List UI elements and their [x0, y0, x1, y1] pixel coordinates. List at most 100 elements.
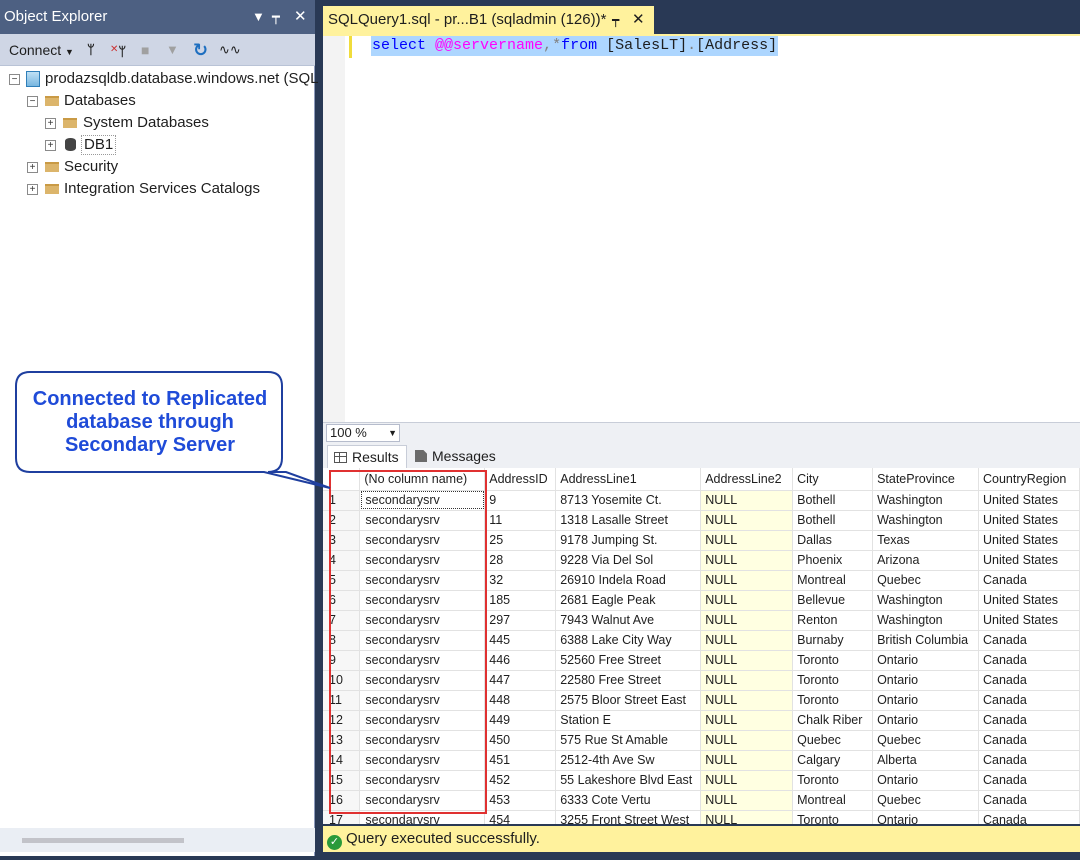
null-cell[interactable]: NULL — [700, 690, 794, 711]
table-cell[interactable]: 445 — [484, 630, 557, 651]
table-cell[interactable]: Burnaby — [792, 630, 874, 651]
table-cell[interactable]: Canada — [978, 670, 1080, 691]
table-cell[interactable]: Quebec — [872, 730, 979, 751]
table-cell[interactable]: Arizona — [872, 550, 979, 571]
table-cell[interactable]: Ontario — [872, 710, 979, 731]
servername-cell[interactable]: secondarysrv — [359, 590, 486, 611]
sql-code-line[interactable]: select @@servername,*from [SalesLT].[Add… — [371, 36, 779, 56]
table-cell[interactable]: Montreal — [792, 570, 874, 591]
table-cell[interactable]: Canada — [978, 790, 1080, 811]
tree-node-system-databases[interactable]: + System Databases — [0, 112, 315, 134]
null-cell[interactable]: NULL — [700, 810, 794, 824]
tree-node-server[interactable]: − prodazsqldb.database.windows.net (SQL — [0, 68, 319, 90]
table-cell[interactable]: United States — [978, 590, 1080, 611]
table-row[interactable]: 6 secondarysrv 185 2681 Eagle Peak NULL Belle… — [323, 590, 1080, 611]
row-number-header[interactable] — [323, 468, 361, 491]
row-number-cell[interactable]: 6 — [323, 590, 361, 611]
servername-cell[interactable]: secondarysrv — [359, 630, 486, 651]
collapse-icon[interactable]: − — [9, 74, 20, 85]
servername-cell[interactable]: secondarysrv — [359, 770, 486, 791]
table-cell[interactable]: Toronto — [792, 650, 874, 671]
table-cell[interactable]: Bothell — [792, 510, 874, 531]
row-number-cell[interactable]: 8 — [323, 630, 361, 651]
table-cell[interactable]: 2575 Bloor Street East — [555, 690, 702, 711]
null-cell[interactable]: NULL — [700, 510, 794, 531]
table-cell[interactable]: Montreal — [792, 790, 874, 811]
null-cell[interactable]: NULL — [700, 490, 794, 511]
column-header[interactable]: CountryRegion — [978, 468, 1080, 491]
table-cell[interactable]: Toronto — [792, 810, 874, 824]
table-cell[interactable]: Washington — [872, 590, 979, 611]
horizontal-scrollbar[interactable] — [0, 828, 315, 852]
servername-cell[interactable]: secondarysrv — [359, 810, 486, 824]
table-cell[interactable]: Washington — [872, 510, 979, 531]
servername-cell[interactable]: secondarysrv — [359, 570, 486, 591]
disconnect-icon[interactable]: ✕ᛘ — [110, 40, 126, 60]
pin-icon[interactable]: ┯ — [272, 0, 280, 34]
null-cell[interactable]: NULL — [700, 630, 794, 651]
table-cell[interactable]: Texas — [872, 530, 979, 551]
row-number-cell[interactable]: 15 — [323, 770, 361, 791]
table-cell[interactable]: Canada — [978, 690, 1080, 711]
table-row[interactable]: 4 secondarysrv 28 9228 Via Del Sol NULL Phoen… — [323, 550, 1080, 571]
servername-cell[interactable]: secondarysrv — [359, 710, 486, 731]
table-row[interactable]: 2 secondarysrv 11 1318 Lasalle Street NULL Bo… — [323, 510, 1080, 531]
expand-icon[interactable]: + — [45, 118, 56, 129]
table-cell[interactable]: Bothell — [792, 490, 874, 511]
table-cell[interactable]: 9 — [484, 490, 557, 511]
table-row[interactable]: 14 secondarysrv 451 2512-4th Ave Sw NULL Calg… — [323, 750, 1080, 771]
collapse-icon[interactable]: − — [27, 96, 38, 107]
servername-cell[interactable]: secondarysrv — [359, 510, 486, 531]
table-cell[interactable]: 55 Lakeshore Blvd East — [555, 770, 702, 791]
tree-node-integration-services[interactable]: + Integration Services Catalogs — [0, 178, 315, 200]
table-row[interactable]: 15 secondarysrv 452 55 Lakeshore Blvd East N… — [323, 770, 1080, 791]
null-cell[interactable]: NULL — [700, 530, 794, 551]
servername-cell[interactable]: secondarysrv — [359, 550, 486, 571]
null-cell[interactable]: NULL — [700, 590, 794, 611]
table-cell[interactable]: Ontario — [872, 810, 979, 824]
table-cell[interactable]: 9178 Jumping St. — [555, 530, 702, 551]
table-cell[interactable]: Toronto — [792, 690, 874, 711]
null-cell[interactable]: NULL — [700, 570, 794, 591]
table-cell[interactable]: Bellevue — [792, 590, 874, 611]
table-cell[interactable]: United States — [978, 490, 1080, 511]
row-number-cell[interactable]: 14 — [323, 750, 361, 771]
table-cell[interactable]: Washington — [872, 490, 979, 511]
null-cell[interactable]: NULL — [700, 550, 794, 571]
table-cell[interactable]: Ontario — [872, 690, 979, 711]
table-cell[interactable]: 452 — [484, 770, 557, 791]
table-cell[interactable]: Canada — [978, 630, 1080, 651]
table-cell[interactable]: Canada — [978, 770, 1080, 791]
table-row[interactable]: 7 secondarysrv 297 7943 Walnut Ave NULL Rento… — [323, 610, 1080, 631]
table-cell[interactable]: 447 — [484, 670, 557, 691]
pin-icon[interactable]: ┯ — [612, 6, 619, 34]
table-cell[interactable]: 25 — [484, 530, 557, 551]
servername-cell[interactable]: secondarysrv — [359, 610, 486, 631]
table-cell[interactable]: Canada — [978, 730, 1080, 751]
column-header[interactable]: AddressLine1 — [555, 468, 702, 491]
column-header[interactable]: AddressLine2 — [700, 468, 794, 491]
table-cell[interactable]: 3255 Front Street West — [555, 810, 702, 824]
table-cell[interactable]: 28 — [484, 550, 557, 571]
table-cell[interactable]: 52560 Free Street — [555, 650, 702, 671]
tree-node-databases[interactable]: − Databases — [0, 90, 315, 112]
table-cell[interactable]: 2512-4th Ave Sw — [555, 750, 702, 771]
null-cell[interactable]: NULL — [700, 750, 794, 771]
table-row[interactable]: 8 secondarysrv 445 6388 Lake City Way NULL Bu… — [323, 630, 1080, 651]
null-cell[interactable]: NULL — [700, 790, 794, 811]
expand-icon[interactable]: + — [27, 162, 38, 173]
table-cell[interactable]: 26910 Indela Road — [555, 570, 702, 591]
table-cell[interactable]: United States — [978, 510, 1080, 531]
table-cell[interactable]: Calgary — [792, 750, 874, 771]
tab-results[interactable]: Results — [327, 445, 407, 468]
servername-cell[interactable]: secondarysrv — [359, 490, 486, 511]
table-row[interactable]: 12 secondarysrv 449 Station E NULL Chalk Ribe… — [323, 710, 1080, 731]
table-row[interactable]: 1 secondarysrv 9 8713 Yosemite Ct. NULL Bothe… — [323, 490, 1080, 511]
row-number-cell[interactable]: 5 — [323, 570, 361, 591]
table-cell[interactable]: Ontario — [872, 770, 979, 791]
tree-node-security[interactable]: + Security — [0, 156, 315, 178]
table-cell[interactable]: United States — [978, 550, 1080, 571]
null-cell[interactable]: NULL — [700, 670, 794, 691]
servername-cell[interactable]: secondarysrv — [359, 650, 486, 671]
null-cell[interactable]: NULL — [700, 710, 794, 731]
